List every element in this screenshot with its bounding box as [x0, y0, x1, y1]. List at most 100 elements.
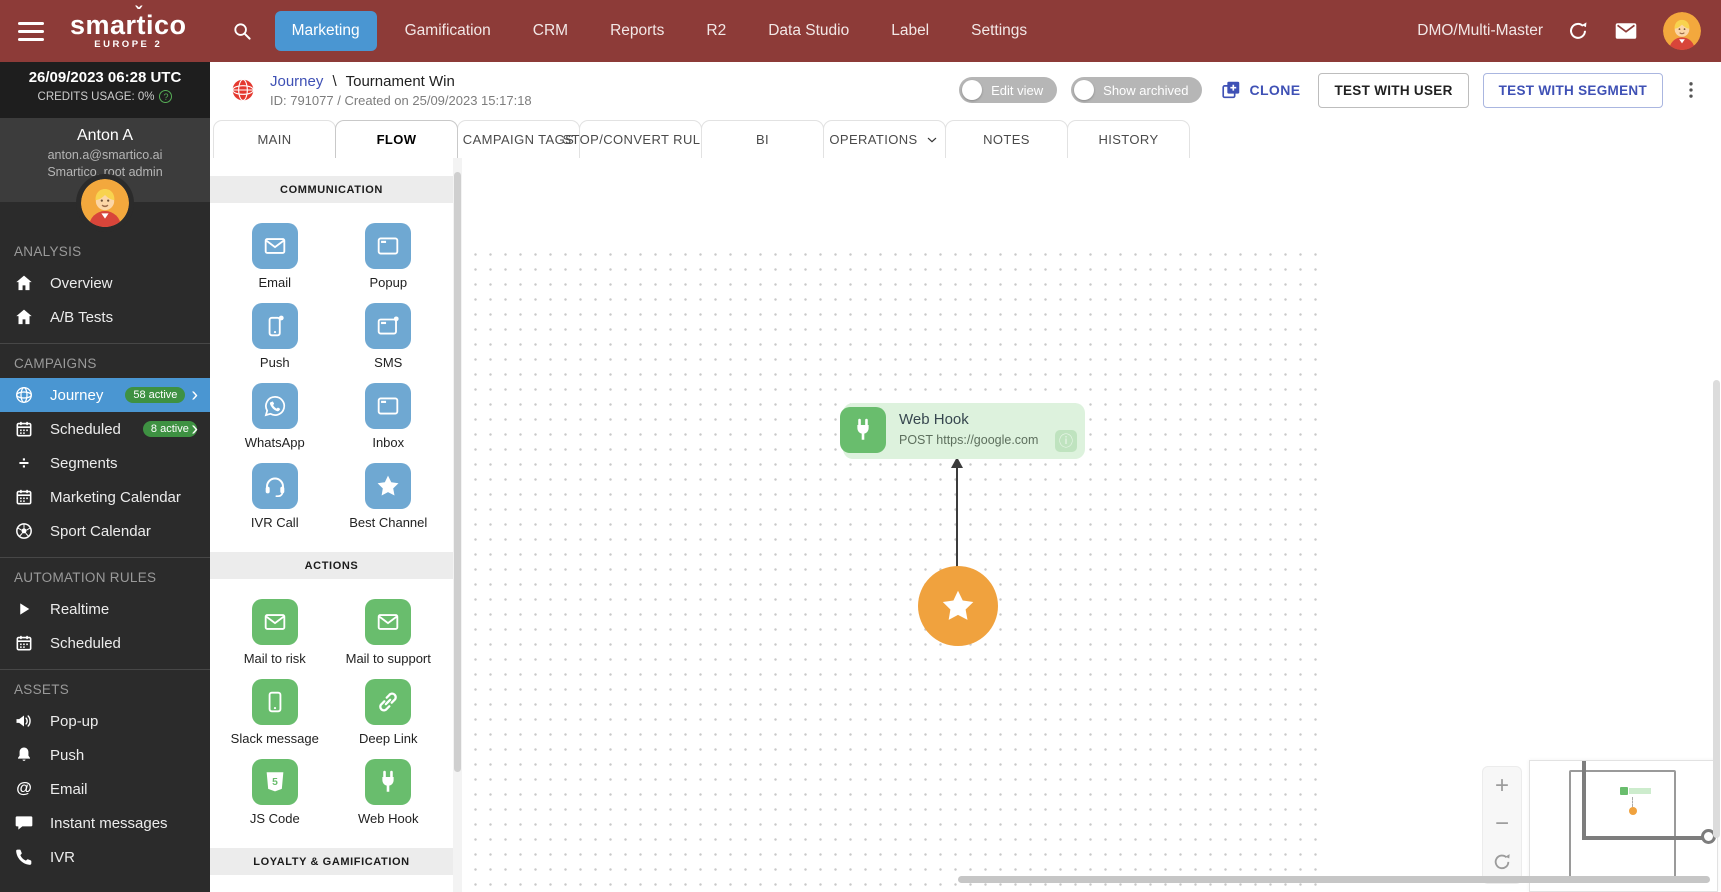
palette-item-push[interactable]: Push: [218, 303, 332, 370]
nav-item-label[interactable]: Label: [877, 12, 943, 50]
tab-notes[interactable]: NOTES: [945, 120, 1068, 158]
sidebar-item-realtime[interactable]: Realtime: [0, 592, 210, 626]
help-icon[interactable]: ?: [159, 90, 173, 103]
journey-header: Journey \ Tournament Win ID: 791077 / Cr…: [210, 62, 1721, 118]
info-icon[interactable]: ⓘ: [1055, 430, 1077, 452]
sidebar-item-ivr[interactable]: IVR: [0, 840, 210, 874]
at-icon: @: [16, 780, 32, 797]
toggle-label: Show archived: [1103, 82, 1189, 98]
tab-label: OPERATIONS: [829, 132, 918, 147]
nav-item-data-studio[interactable]: Data Studio: [754, 12, 863, 50]
sidebar-item-segments[interactable]: ÷ Segments: [0, 446, 210, 480]
tab-main[interactable]: MAIN: [213, 120, 336, 158]
top-navbar: smartico ˇ EUROPE 2 Marketing Gamificati…: [0, 0, 1721, 62]
nav-item-reports[interactable]: Reports: [596, 12, 678, 50]
sidebar-item-marketing-calendar[interactable]: Marketing Calendar: [0, 480, 210, 514]
tab-history[interactable]: HISTORY: [1067, 120, 1190, 158]
sidebar-item-sport-calendar[interactable]: Sport Calendar: [0, 514, 210, 548]
palette-section-loyalty-gamification: LOYALTY & GAMIFICATION: [210, 848, 453, 875]
palette-item-best-channel[interactable]: Best Channel: [332, 463, 446, 530]
trigger-star-node[interactable]: [918, 566, 998, 646]
sidebar-item-label: Scheduled: [50, 420, 121, 438]
sidebar-menu: ANALYSIS Overview A/B Tests CAMPAIGNS Jo…: [0, 234, 210, 874]
nav-item-settings[interactable]: Settings: [957, 12, 1041, 50]
phone-icon: [14, 847, 34, 867]
sidebar-item-journey[interactable]: Journey 58 active ›: [0, 378, 210, 412]
app-logo[interactable]: smartico ˇ EUROPE 2: [70, 4, 187, 50]
tab-label: STOP/CONVERT RULES: [562, 132, 719, 147]
tab-label: BI: [755, 132, 770, 147]
palette-item-web-hook[interactable]: Web Hook: [332, 759, 446, 826]
palette-item-inbox[interactable]: Inbox: [332, 383, 446, 450]
kebab-menu-icon[interactable]: [1677, 76, 1705, 104]
sidebar-item-email[interactable]: @ Email: [0, 772, 210, 806]
tab-bi[interactable]: BI: [701, 120, 824, 158]
canvas-horizontal-scrollbar[interactable]: [958, 876, 1710, 883]
nav-item-marketing[interactable]: Marketing: [274, 11, 377, 51]
search-icon[interactable]: [231, 20, 253, 42]
zoom-in-button[interactable]: +: [1483, 767, 1521, 805]
chat-icon: [14, 813, 34, 833]
sidebar-item-ab-tests[interactable]: A/B Tests: [0, 300, 210, 334]
palette-item-label: IVR Call: [250, 515, 299, 530]
sidebar-item-scheduled-campaigns[interactable]: Scheduled 8 active ›: [0, 412, 210, 446]
sidebar-item-push[interactable]: Push: [0, 738, 210, 772]
test-with-segment-button[interactable]: TEST WITH SEGMENT: [1482, 72, 1663, 108]
logo-text: smartico: [70, 9, 187, 40]
palette-item-deep-link[interactable]: Deep Link: [332, 679, 446, 746]
palette-item-email[interactable]: Email: [218, 223, 332, 290]
minimap-viewport-edge: [1582, 761, 1586, 838]
minimap-edge: [1632, 797, 1633, 807]
tab-flow[interactable]: FLOW: [335, 120, 458, 158]
sidebar-item-label: Sport Calendar: [50, 522, 151, 540]
divide-icon: ÷: [19, 453, 29, 473]
tab-label: MAIN: [257, 132, 292, 147]
star-icon: [365, 463, 412, 509]
flow-minimap[interactable]: [1529, 760, 1718, 892]
palette-item-slack-message[interactable]: Slack message: [218, 679, 332, 746]
home-icon: [14, 273, 34, 293]
nav-item-gamification[interactable]: Gamification: [391, 12, 505, 50]
tenant-selector[interactable]: DMO/Multi-Master: [1417, 22, 1543, 40]
sidebar-item-instant-messages[interactable]: Instant messages: [0, 806, 210, 840]
palette-item-whatsapp[interactable]: WhatsApp: [218, 383, 332, 450]
palette-item-js-code[interactable]: JS Code: [218, 759, 332, 826]
node-title: Web Hook: [899, 411, 969, 428]
toggle-knob: [962, 80, 983, 100]
palette-item-popup[interactable]: Popup: [332, 223, 446, 290]
test-with-user-button[interactable]: TEST WITH USER: [1318, 72, 1469, 108]
palette-scrollbar-thumb[interactable]: [454, 172, 461, 772]
nav-item-crm[interactable]: CRM: [519, 12, 582, 50]
refresh-icon[interactable]: [1567, 20, 1589, 42]
tab-stop-convert-rules[interactable]: STOP/CONVERT RULES: [562, 120, 718, 158]
headset-icon: [251, 463, 298, 509]
zoom-out-button[interactable]: −: [1483, 805, 1521, 843]
palette-item-ivr-call[interactable]: IVR Call: [218, 463, 332, 530]
breadcrumb-journey-link[interactable]: Journey: [270, 73, 323, 90]
page-vertical-scrollbar[interactable]: [1713, 380, 1720, 838]
palette-item-mail-to-support[interactable]: Mail to support: [332, 599, 446, 666]
avatar[interactable]: [76, 174, 134, 232]
chevron-down-icon: [924, 132, 940, 148]
flow-canvas[interactable]: Web Hook POST https://google.com ⓘ + −: [462, 158, 1721, 892]
main-nav: Marketing Gamification CRM Reports R2 Da…: [274, 11, 1042, 51]
sidebar-item-scheduled-rules[interactable]: Scheduled: [0, 626, 210, 660]
sidebar-item-popup[interactable]: Pop-up: [0, 704, 210, 738]
web-hook-node[interactable]: Web Hook POST https://google.com ⓘ: [840, 403, 1085, 459]
palette-item-sms[interactable]: SMS: [332, 303, 446, 370]
push-phone-icon: [251, 303, 298, 349]
avatar[interactable]: [1663, 12, 1701, 50]
palette-item-mail-to-risk[interactable]: Mail to risk: [218, 599, 332, 666]
canvas-zoom-controls: + −: [1482, 766, 1522, 884]
clone-button[interactable]: CLONE: [1216, 73, 1304, 107]
edit-view-toggle[interactable]: Edit view: [959, 77, 1058, 103]
minimap-webhook-node: [1620, 787, 1651, 795]
sidebar: 26/09/2023 06:28 UTC CREDITS USAGE: 0% ?…: [0, 62, 210, 892]
mail-icon[interactable]: [1613, 18, 1639, 44]
hamburger-menu-icon[interactable]: [18, 17, 44, 46]
nav-item-r2[interactable]: R2: [692, 12, 740, 50]
show-archived-toggle[interactable]: Show archived: [1071, 77, 1203, 103]
tab-operations[interactable]: OPERATIONS: [823, 120, 946, 158]
sidebar-item-overview[interactable]: Overview: [0, 266, 210, 300]
plug-icon: [365, 759, 412, 805]
